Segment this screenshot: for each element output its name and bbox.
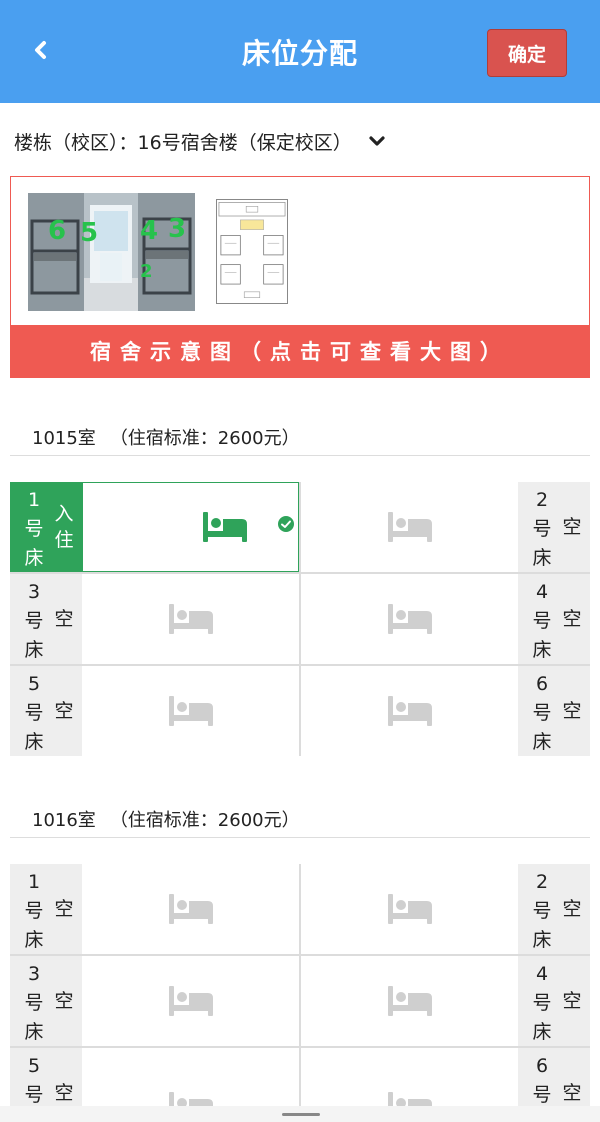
- bed-icon: [168, 894, 213, 924]
- bed-slot-2[interactable]: [301, 864, 518, 954]
- bed-status: 空: [54, 700, 74, 722]
- bed-status: 空: [54, 990, 74, 1012]
- bed-label-3: 3号床 空: [10, 956, 82, 1046]
- bed-slot-4[interactable]: [301, 956, 518, 1046]
- svg-text:2: 2: [140, 261, 153, 282]
- room-name: 1015室: [32, 427, 96, 449]
- bed-icon: [168, 604, 213, 634]
- bottom-bar: [0, 1106, 600, 1122]
- dorm-preview: 6 5 4 3 2 宿舍示意图（点击可查看大图）: [10, 176, 590, 378]
- bed-status: 空: [54, 898, 74, 920]
- bed-slot-6[interactable]: [301, 666, 518, 756]
- check-circle-icon: [278, 516, 294, 532]
- bed-slot-3[interactable]: [82, 574, 299, 664]
- building-label: 楼栋（校区）：: [14, 131, 138, 154]
- room-header: 1016室 （住宿标准：2600元）: [10, 800, 590, 838]
- bed-slot-2[interactable]: [301, 482, 518, 572]
- bed-icon: [387, 604, 432, 634]
- svg-text:6: 6: [48, 216, 66, 246]
- bed-icon: [387, 512, 432, 542]
- bed-number: 3号床: [24, 963, 44, 1043]
- bed-status: 入住: [54, 503, 74, 551]
- floor-plan-banner[interactable]: 宿舍示意图（点击可查看大图）: [11, 325, 589, 377]
- bed-number: 5号床: [24, 673, 44, 753]
- dorm-photo[interactable]: 6 5 4 3 2: [28, 193, 195, 311]
- bed-label-1: 1号床 空: [10, 864, 82, 954]
- bed-number: 1号床: [24, 871, 44, 951]
- chevron-down-icon: [369, 136, 385, 146]
- bed-label-5: 5号床 空: [10, 666, 82, 756]
- room-name: 1016室: [32, 809, 96, 831]
- bed-number: 3号床: [24, 581, 44, 661]
- svg-text:5: 5: [80, 218, 98, 248]
- bed-icon: [168, 986, 213, 1016]
- bed-label-2: 2号床 空: [518, 864, 590, 954]
- floor-plan-thumbnail[interactable]: [216, 199, 288, 304]
- bed-number: 1号床: [24, 489, 44, 569]
- bed-status: 空: [562, 608, 582, 630]
- bed-slot-4[interactable]: [301, 574, 518, 664]
- bed-label-4: 4号床 空: [518, 956, 590, 1046]
- scroll-handle[interactable]: [282, 1113, 320, 1116]
- bed-number: 6号床: [532, 673, 552, 753]
- bed-label-3: 3号床 空: [10, 574, 82, 664]
- bed-number: 2号床: [532, 871, 552, 951]
- bed-number: 4号床: [532, 963, 552, 1043]
- bed-label-2: 2号床 空: [518, 482, 590, 572]
- bed-icon: [387, 986, 432, 1016]
- bed-icon: [387, 894, 432, 924]
- bed-slot-3[interactable]: [82, 956, 299, 1046]
- bed-status: 空: [562, 990, 582, 1012]
- svg-text:3: 3: [168, 214, 186, 244]
- building-selector[interactable]: 楼栋（校区）： 16号宿舍楼（保定校区）: [14, 126, 388, 156]
- svg-text:4: 4: [140, 216, 158, 246]
- bed-slot-1[interactable]: [82, 864, 299, 954]
- bed-status: 空: [562, 898, 582, 920]
- bed-label-6: 6号床 空: [518, 666, 590, 756]
- bed-slot-1[interactable]: [82, 482, 299, 572]
- bed-status: 空: [562, 516, 582, 538]
- bed-number: 4号床: [532, 581, 552, 661]
- room-standard: （住宿标准：2600元）: [109, 809, 300, 831]
- bed-label-4: 4号床 空: [518, 574, 590, 664]
- bed-status: 空: [562, 700, 582, 722]
- bed-slot-5[interactable]: [82, 666, 299, 756]
- room-header: 1015室 （住宿标准：2600元）: [10, 418, 590, 456]
- confirm-button[interactable]: 确定: [487, 29, 567, 77]
- bed-icon: [202, 512, 247, 542]
- building-value: 16号宿舍楼（保定校区）: [137, 131, 352, 154]
- bed-grid: 1号床 入住 2号床 空 3号床 空 4号床 空 5号床 空 6号床 空: [10, 482, 590, 756]
- bed-icon: [168, 696, 213, 726]
- bed-label-1: 1号床 入住: [10, 482, 82, 572]
- app-header: 床位分配 确定: [0, 0, 600, 103]
- bed-number: 2号床: [532, 489, 552, 569]
- bed-status: 空: [54, 608, 74, 630]
- bed-grid: 1号床 空 2号床 空 3号床 空 4号床 空 5号 空 6号 空: [10, 864, 590, 1122]
- bed-icon: [387, 696, 432, 726]
- room-standard: （住宿标准：2600元）: [109, 427, 300, 449]
